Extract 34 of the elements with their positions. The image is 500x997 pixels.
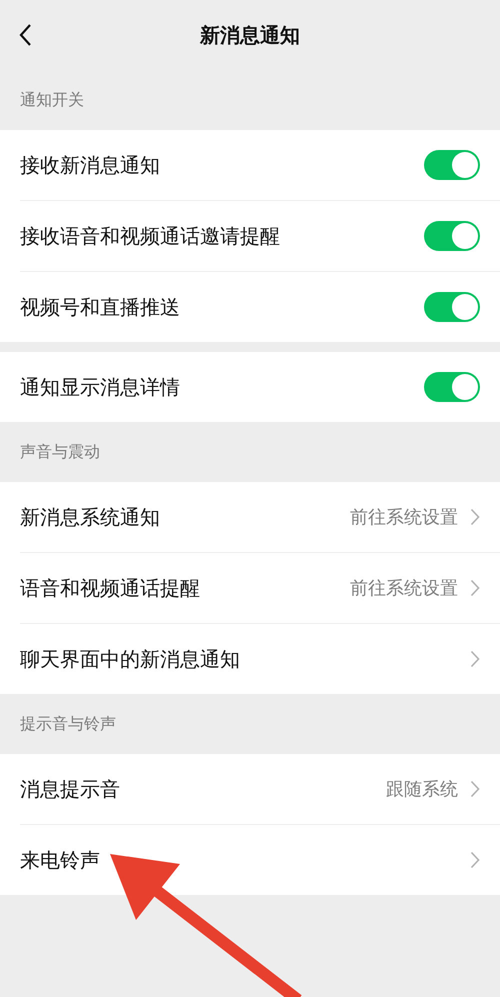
row-value: 前往系统设置 — [350, 577, 458, 600]
row-label: 消息提示音 — [20, 776, 121, 802]
settings-row[interactable]: 视频号和直播推送 — [20, 272, 500, 342]
toggle-switch[interactable] — [424, 292, 480, 322]
row-label: 语音和视频通话提醒 — [20, 574, 201, 602]
row-label: 视频号和直播推送 — [20, 294, 181, 320]
settings-row[interactable]: 新消息系统通知 前往系统设置 — [20, 482, 500, 553]
row-value: 前往系统设置 — [350, 506, 458, 529]
chevron-icon — [470, 851, 480, 869]
row-label: 接收语音和视频通话邀请提醒 — [20, 222, 281, 250]
section-header: 通知开关 — [20, 90, 84, 110]
section-header: 声音与震动 — [20, 442, 100, 462]
back-icon[interactable] — [18, 23, 32, 47]
row-label: 新消息系统通知 — [20, 504, 161, 530]
settings-row[interactable]: 接收语音和视频通话邀请提醒 — [20, 201, 500, 272]
toggle-switch[interactable] — [424, 150, 480, 180]
row-label: 通知显示消息详情 — [20, 374, 181, 400]
settings-row[interactable]: 消息提示音 跟随系统 — [20, 754, 500, 825]
chevron-icon — [470, 650, 480, 668]
settings-row[interactable]: 接收新消息通知 — [20, 130, 500, 201]
row-value: 跟随系统 — [386, 778, 458, 801]
toggle-switch[interactable] — [424, 221, 480, 251]
page-title: 新消息通知 — [200, 22, 300, 48]
chevron-icon — [470, 780, 480, 798]
row-label: 接收新消息通知 — [20, 152, 161, 178]
section-header: 提示音与铃声 — [20, 714, 116, 734]
settings-row[interactable]: 来电铃声 — [20, 825, 500, 895]
row-label: 聊天界面中的新消息通知 — [20, 646, 241, 672]
toggle-switch[interactable] — [424, 372, 480, 402]
settings-row[interactable]: 聊天界面中的新消息通知 — [20, 624, 500, 694]
chevron-icon — [470, 508, 480, 526]
chevron-icon — [470, 579, 480, 597]
row-label: 来电铃声 — [20, 846, 101, 874]
settings-row[interactable]: 语音和视频通话提醒 前往系统设置 — [20, 553, 500, 624]
